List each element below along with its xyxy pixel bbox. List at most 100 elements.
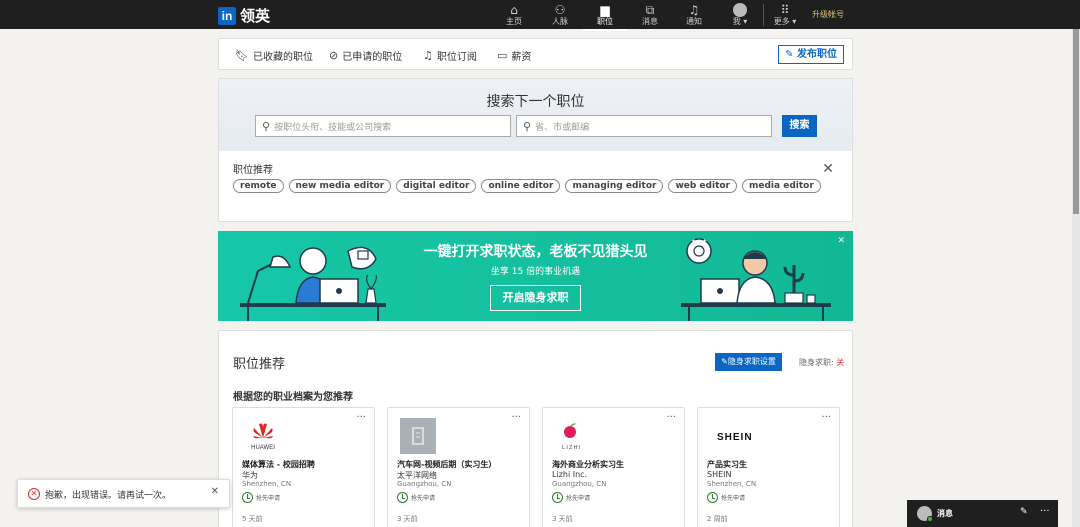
stealth-settings-button[interactable]: ✎隐身求职设置 xyxy=(715,353,782,371)
nav-label: 主页 xyxy=(506,17,522,26)
stealth-status: 隐身求职: 关 xyxy=(799,357,844,368)
job-alerts-label: 职位订阅 xyxy=(436,52,477,63)
more-options-icon[interactable]: ··· xyxy=(356,412,366,423)
job-location: Guangzhou, CN xyxy=(552,480,607,488)
job-title[interactable]: 海外商业分析实习生 xyxy=(552,459,624,470)
nav-label: 职位 xyxy=(597,17,613,26)
job-title[interactable]: 产品实习生 xyxy=(707,459,747,470)
job-alerts-link[interactable]: ♫ 职位订阅 xyxy=(423,48,477,63)
job-card[interactable]: ··· HUAWEI 媒体算法 - 校园招聘 华为 Shenzhen, CN 抢… xyxy=(232,407,375,527)
early-applicant-label: 抢先申请 xyxy=(721,495,746,502)
enable-stealth-button[interactable]: 开启隐身求职 xyxy=(490,285,581,311)
briefcase-icon: ▆ xyxy=(600,3,610,17)
job-search-card: 搜索下一个职位 ⚲ 按职位头衔、技能或公司搜索 ⚲ 省、市或邮编 搜索 职位推荐… xyxy=(218,78,853,222)
bell-icon: ♫ xyxy=(688,3,700,17)
svg-text:SHEIN: SHEIN xyxy=(717,432,753,443)
tag-chip[interactable]: media editor xyxy=(742,179,821,193)
close-icon[interactable]: ✕ xyxy=(822,161,834,177)
nav-home[interactable]: ⌂ 主页 xyxy=(494,3,534,27)
upgrade-link[interactable]: 升级帐号 xyxy=(812,9,844,20)
nav-jobs[interactable]: ▆ 职位 xyxy=(583,3,627,31)
error-toast: ✕ 抱歉，出现错误。请再试一次。 ✕ xyxy=(17,479,230,508)
compose-icon[interactable]: ✎ xyxy=(1020,507,1028,517)
job-card[interactable]: ··· 汽车网-视频后期（实习生） 太平洋网络 Guangzhou, CN 抢先… xyxy=(387,407,530,527)
search-title: 搜索下一个职位 xyxy=(486,94,585,110)
tag-chip[interactable]: online editor xyxy=(481,179,561,193)
early-applicant-label: 抢先申请 xyxy=(411,495,436,502)
job-location: Shenzhen, CN xyxy=(707,480,757,488)
post-job-label: 发布职位 xyxy=(797,49,837,60)
stealth-status-value[interactable]: 关 xyxy=(836,358,844,367)
nav-label: 通知 xyxy=(686,17,702,26)
job-card[interactable]: ··· SHEIN 产品实习生 SHEIN Shenzhen, CN 抢先申请 … xyxy=(697,407,840,527)
edit-icon: ✎ xyxy=(785,49,794,60)
company-placeholder-logo xyxy=(400,418,436,454)
job-location: Shenzhen, CN xyxy=(242,480,292,488)
nav-label: 人脉 xyxy=(552,17,568,26)
more-options-icon[interactable]: ··· xyxy=(821,412,831,423)
more-options-icon[interactable]: ··· xyxy=(1040,506,1050,517)
tag-chip[interactable]: digital editor xyxy=(396,179,477,193)
early-applicant: 抢先申请 xyxy=(242,492,280,503)
page-scrollbar[interactable] xyxy=(1072,29,1080,527)
keyword-search-input[interactable]: ⚲ 按职位头衔、技能或公司搜索 xyxy=(255,115,511,137)
recommended-tags: remote new media editor digital editor o… xyxy=(233,179,821,193)
recommended-jobs-section: 职位推荐 ✎隐身求职设置 隐身求职: 关 根据您的职业档案为您推荐 ··· HU… xyxy=(218,330,853,527)
job-title[interactable]: 媒体算法 - 校园招聘 xyxy=(242,459,315,470)
messaging-bar[interactable]: 消息 ✎ ··· xyxy=(907,500,1058,527)
linkedin-logo[interactable]: in 领英 xyxy=(218,5,270,26)
close-icon[interactable]: ✕ xyxy=(211,486,219,497)
stealth-job-banner: 一键打开求职状态，老板不见猎头见 坐享 15 倍的事业机遇 开启隐身求职 ✕ ★… xyxy=(218,231,853,321)
job-title[interactable]: 汽车网-视频后期（实习生） xyxy=(397,459,496,470)
more-options-icon[interactable]: ··· xyxy=(666,412,676,423)
post-job-button[interactable]: ✎ 发布职位 xyxy=(778,45,844,64)
company-name: Lizhi Inc. xyxy=(552,470,588,479)
nav-label: 我 ▾ xyxy=(732,17,748,26)
tag-chip[interactable]: web editor xyxy=(668,179,737,193)
tag-chip[interactable]: new media editor xyxy=(288,179,392,193)
toast-message: 抱歉，出现错误。请再试一次。 xyxy=(45,491,172,501)
applied-jobs-link[interactable]: ⊘ 已申请的职位 xyxy=(329,48,402,63)
nav-notifications[interactable]: ♫ 通知 xyxy=(674,3,714,27)
early-applicant-label: 抢先申请 xyxy=(566,495,591,502)
tag-chip[interactable]: remote xyxy=(233,179,284,193)
brand-name: 领英 xyxy=(240,7,271,25)
clock-icon xyxy=(242,492,253,503)
early-applicant-label: 抢先申请 xyxy=(256,495,281,502)
location-input[interactable]: ⚲ 省、市或邮编 xyxy=(516,115,772,137)
more-options-icon[interactable]: ··· xyxy=(511,412,521,423)
scrollbar-thumb[interactable] xyxy=(1073,29,1079,214)
saved-jobs-link[interactable]: 🔖︎ 已收藏的职位 xyxy=(235,48,313,63)
job-card[interactable]: ··· LIZHI 海外商业分析实习生 Lizhi Inc. Guangzhou… xyxy=(542,407,685,527)
posted-time: 5 天前 xyxy=(242,515,263,523)
early-applicant: 抢先申请 xyxy=(707,492,745,503)
nav-more[interactable]: ⠿ 更多 ▾ xyxy=(765,3,805,27)
stealth-settings-label: 隐身求职设置 xyxy=(727,357,776,366)
job-location: Guangzhou, CN xyxy=(397,480,452,488)
svg-text:★★★: ★★★ xyxy=(691,238,707,245)
search-button[interactable]: 搜索 xyxy=(782,115,817,137)
clock-icon xyxy=(397,492,408,503)
salary-link[interactable]: ▭ 薪资 xyxy=(497,48,531,63)
nav-divider xyxy=(763,4,764,26)
early-applicant: 抢先申请 xyxy=(397,492,435,503)
online-status-dot xyxy=(927,516,933,522)
logo-icon: in xyxy=(218,6,236,25)
nav-me[interactable]: 我 ▾ xyxy=(720,3,760,27)
section-title: 职位推荐 xyxy=(233,357,286,372)
nav-label: 消息 xyxy=(642,17,658,26)
search-icon: ⚲ xyxy=(262,119,271,133)
bell-icon: ♫ xyxy=(423,49,433,62)
nav-label: 更多 ▾ xyxy=(773,17,797,26)
shein-logo: SHEIN xyxy=(717,432,753,443)
recommended-label: 职位推荐 xyxy=(233,165,273,176)
clock-icon xyxy=(552,492,563,503)
home-icon: ⌂ xyxy=(510,3,518,17)
svg-text:LIZHI: LIZHI xyxy=(562,445,582,451)
messaging-label: 消息 xyxy=(937,509,953,518)
nav-messages[interactable]: ⧉ 消息 xyxy=(630,3,670,27)
nav-network[interactable]: ⚇ 人脉 xyxy=(540,3,580,27)
tag-chip[interactable]: managing editor xyxy=(565,179,664,193)
posted-time: 2 周前 xyxy=(707,515,728,523)
posted-time: 3 天前 xyxy=(397,515,418,523)
